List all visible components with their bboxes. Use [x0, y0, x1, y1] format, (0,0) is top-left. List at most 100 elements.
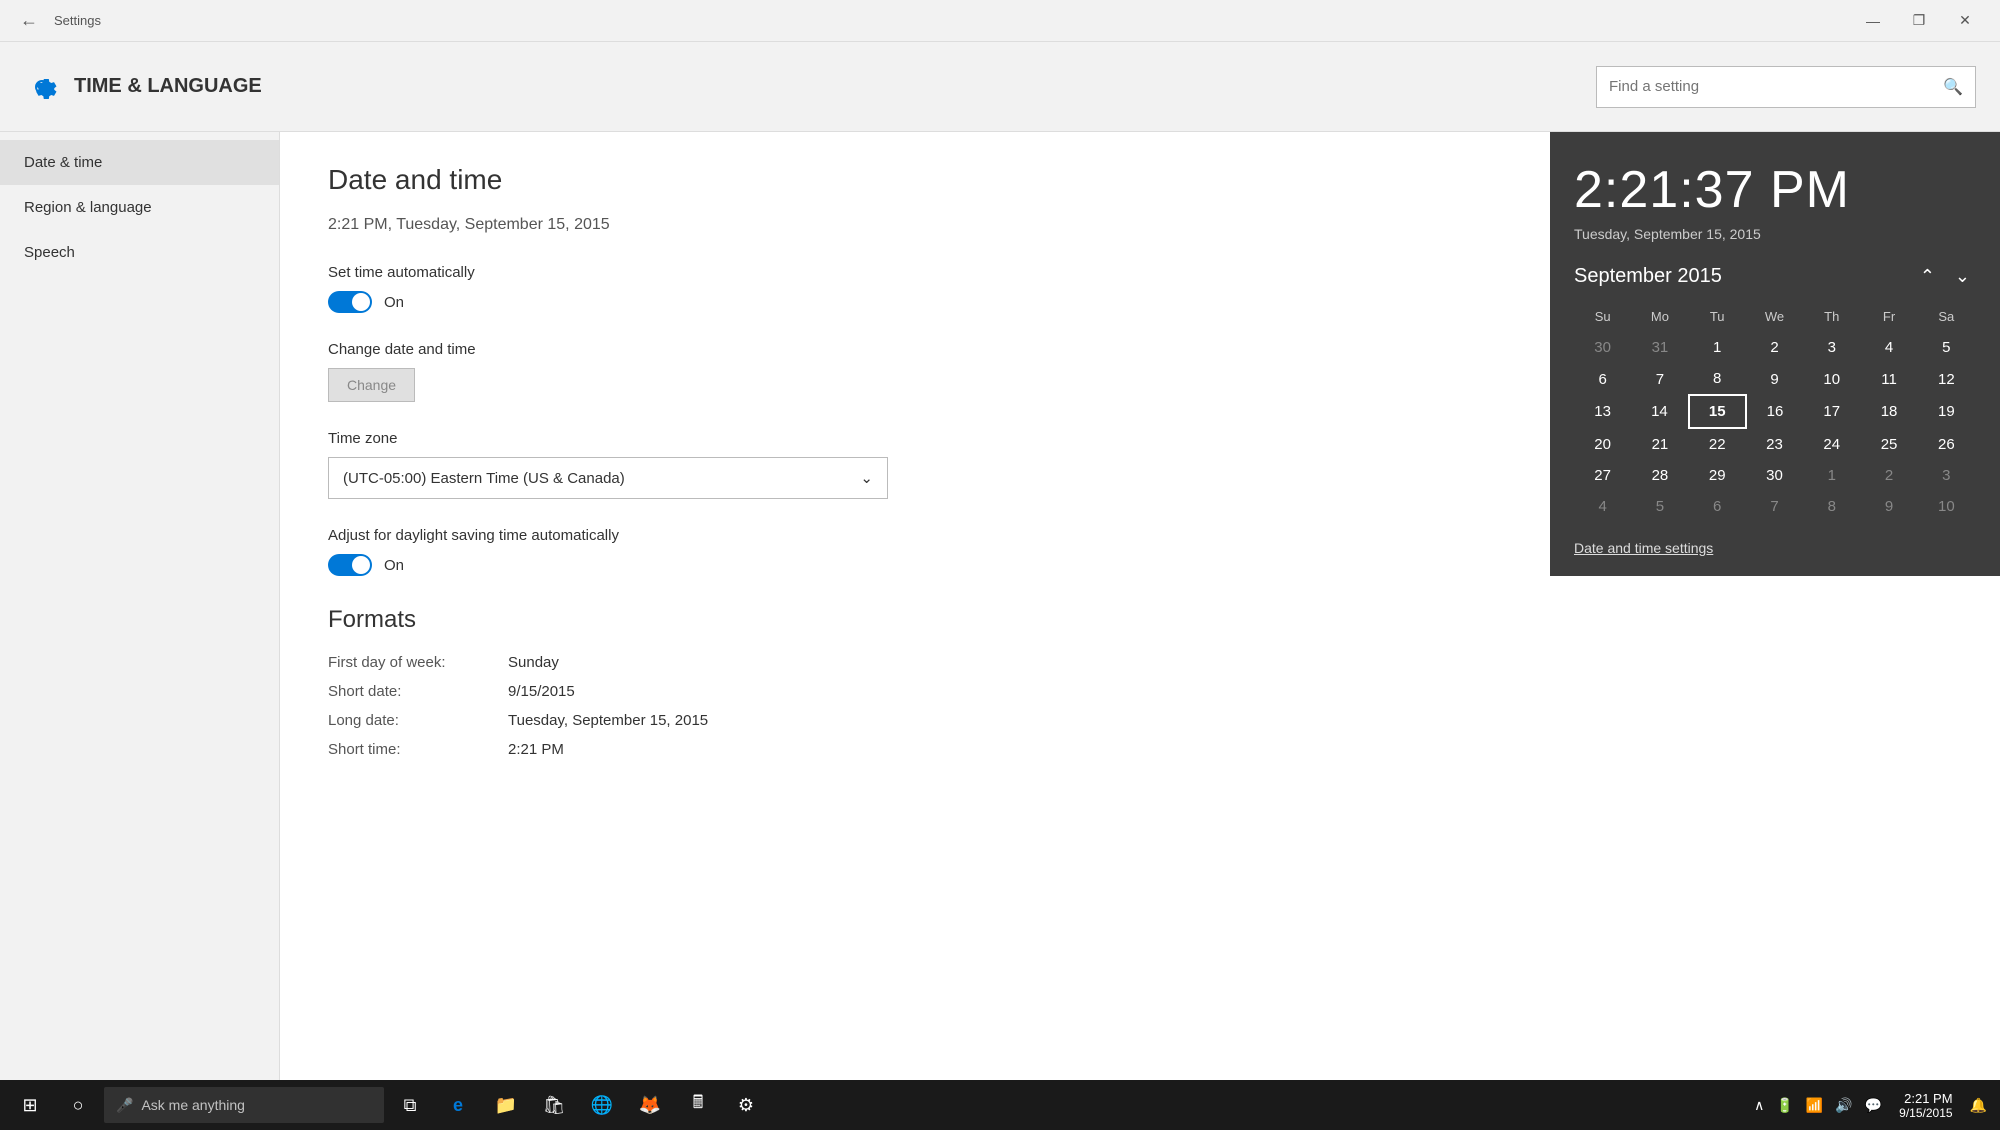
calendar-day[interactable]: 6: [1574, 363, 1631, 395]
calendar-day[interactable]: 5: [1918, 332, 1975, 363]
calendar-day[interactable]: 17: [1803, 395, 1860, 428]
calendar-day[interactable]: 13: [1574, 395, 1631, 428]
store-button[interactable]: 🛍: [532, 1083, 576, 1127]
calendar-week-row: 303112345: [1574, 332, 1975, 363]
cortana-search-bar[interactable]: 🎤 Ask me anything: [104, 1087, 384, 1123]
settings-icon: [24, 69, 60, 105]
calendar-day[interactable]: 7: [1631, 363, 1688, 395]
firefox-button[interactable]: 🦊: [628, 1083, 672, 1127]
calendar-day[interactable]: 26: [1918, 428, 1975, 460]
calendar-day[interactable]: 27: [1574, 460, 1631, 491]
calendar-day[interactable]: 11: [1860, 363, 1917, 395]
sidebar-item-date-time[interactable]: Date & time: [0, 140, 279, 185]
calendar-day[interactable]: 5: [1631, 491, 1688, 522]
calendar-week-row: 27282930123: [1574, 460, 1975, 491]
set-time-toggle[interactable]: [328, 291, 372, 313]
calendar-prev-button[interactable]: ⌃: [1914, 264, 1941, 289]
calendar-day[interactable]: 21: [1631, 428, 1688, 460]
calendar-day[interactable]: 20: [1574, 428, 1631, 460]
calendar-day[interactable]: 19: [1918, 395, 1975, 428]
timezone-value: (UTC-05:00) Eastern Time (US & Canada): [343, 470, 625, 487]
sidebar-item-region-language[interactable]: Region & language: [0, 185, 279, 230]
maximize-button[interactable]: ❐: [1896, 5, 1942, 37]
calendar-day[interactable]: 30: [1746, 460, 1803, 491]
long-date-label: Long date:: [328, 712, 508, 729]
search-box[interactable]: 🔍: [1596, 66, 1976, 108]
message-icon[interactable]: 💬: [1860, 1093, 1887, 1118]
formats-title: Formats: [328, 606, 1952, 634]
calendar-footer-link[interactable]: Date and time settings: [1574, 540, 1976, 556]
short-time-label: Short time:: [328, 741, 508, 758]
calendar-day[interactable]: 15: [1689, 395, 1746, 428]
calendar-day[interactable]: 4: [1574, 491, 1631, 522]
notification-bell[interactable]: 🔔: [1965, 1093, 1992, 1118]
calendar-day[interactable]: 9: [1860, 491, 1917, 522]
calendar-month-title: September 2015: [1574, 265, 1722, 288]
calendar-day[interactable]: 25: [1860, 428, 1917, 460]
day-th: Th: [1803, 305, 1860, 332]
calendar-day[interactable]: 18: [1860, 395, 1917, 428]
search-icon: 🔍: [1943, 77, 1963, 97]
search-cortana-button[interactable]: ○: [56, 1083, 100, 1127]
calendar-day[interactable]: 4: [1860, 332, 1917, 363]
settings-taskbar-button[interactable]: ⚙: [724, 1083, 768, 1127]
app-icon-1: 🌐: [591, 1095, 613, 1116]
cortana-icon: ○: [73, 1095, 84, 1116]
wifi-icon: 📶: [1801, 1093, 1828, 1118]
start-icon: ⊞: [22, 1095, 37, 1116]
volume-icon[interactable]: 🔊: [1830, 1093, 1857, 1118]
calculator-button[interactable]: 🖩: [676, 1083, 720, 1127]
calculator-icon: 🖩: [693, 1090, 704, 1120]
back-button[interactable]: ←: [12, 6, 46, 35]
sidebar-item-speech[interactable]: Speech: [0, 230, 279, 275]
calendar-day[interactable]: 1: [1803, 460, 1860, 491]
explorer-button[interactable]: 📁: [484, 1083, 528, 1127]
calendar-week-row: 45678910: [1574, 491, 1975, 522]
calendar-day[interactable]: 12: [1918, 363, 1975, 395]
minimize-button[interactable]: —: [1850, 5, 1896, 37]
calendar-day[interactable]: 2: [1746, 332, 1803, 363]
calendar-day[interactable]: 3: [1918, 460, 1975, 491]
calendar-days-header: Su Mo Tu We Th Fr Sa: [1574, 305, 1975, 332]
calendar-day[interactable]: 31: [1631, 332, 1688, 363]
calendar-day[interactable]: 30: [1574, 332, 1631, 363]
calendar-nav: ⌃ ⌄: [1914, 264, 1976, 289]
calendar-day[interactable]: 8: [1689, 363, 1746, 395]
calendar-day[interactable]: 2: [1860, 460, 1917, 491]
notification-chevron[interactable]: ∧: [1749, 1093, 1769, 1118]
calendar-day[interactable]: 7: [1746, 491, 1803, 522]
calendar-next-button[interactable]: ⌄: [1949, 264, 1976, 289]
daylight-toggle[interactable]: [328, 554, 372, 576]
day-sa: Sa: [1918, 305, 1975, 332]
calendar-day[interactable]: 6: [1689, 491, 1746, 522]
calendar-day[interactable]: 16: [1746, 395, 1803, 428]
extra-icon-1[interactable]: 🌐: [580, 1083, 624, 1127]
calendar-popup: 2:21:37 PM Tuesday, September 15, 2015 S…: [1550, 132, 2000, 576]
main-layout: Date & time Region & language Speech Dat…: [0, 132, 2000, 1080]
calendar-day[interactable]: 10: [1918, 491, 1975, 522]
calendar-day[interactable]: 28: [1631, 460, 1688, 491]
calendar-day[interactable]: 10: [1803, 363, 1860, 395]
calendar-day[interactable]: 3: [1803, 332, 1860, 363]
calendar-day[interactable]: 29: [1689, 460, 1746, 491]
change-button[interactable]: Change: [328, 368, 415, 402]
taskbar-clock[interactable]: 2:21 PM 9/15/2015: [1889, 1091, 1962, 1120]
short-date-row: Short date: 9/15/2015: [328, 683, 1952, 700]
search-input[interactable]: [1609, 78, 1943, 95]
taskbar-date-display: 9/15/2015: [1899, 1106, 1952, 1120]
calendar-day[interactable]: 14: [1631, 395, 1688, 428]
start-button[interactable]: ⊞: [8, 1083, 52, 1127]
calendar-day[interactable]: 23: [1746, 428, 1803, 460]
task-view-button[interactable]: ⧉: [388, 1083, 432, 1127]
calendar-day[interactable]: 1: [1689, 332, 1746, 363]
edge-button[interactable]: e: [436, 1083, 480, 1127]
timezone-dropdown[interactable]: (UTC-05:00) Eastern Time (US & Canada) ⌄: [328, 457, 888, 499]
calendar-day[interactable]: 9: [1746, 363, 1803, 395]
edge-icon: e: [453, 1095, 463, 1116]
day-mo: Mo: [1631, 305, 1688, 332]
close-button[interactable]: ✕: [1942, 5, 1988, 37]
calendar-day[interactable]: 22: [1689, 428, 1746, 460]
calendar-day[interactable]: 8: [1803, 491, 1860, 522]
sidebar-item-label: Region & language: [24, 199, 152, 216]
calendar-day[interactable]: 24: [1803, 428, 1860, 460]
